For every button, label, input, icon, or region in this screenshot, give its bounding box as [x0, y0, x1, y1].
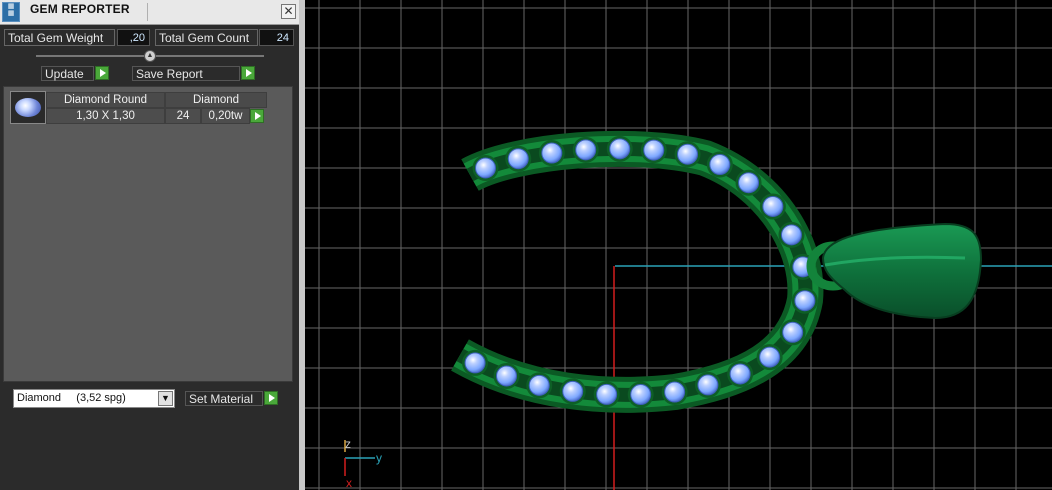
set-material-button[interactable]: Set Material	[185, 391, 263, 406]
diamond-stone	[664, 381, 686, 403]
gem-count-cell: 24	[165, 108, 201, 124]
diamond-stone	[528, 374, 550, 396]
round-diamond-icon	[15, 98, 41, 117]
gem-reporter-panel: ▦ ▦ GEM REPORTER ✕ Total Gem Weight ,20 T…	[0, 0, 299, 490]
diamond-stone	[738, 172, 760, 194]
diamond-stone	[782, 321, 804, 343]
diamond-stone	[677, 143, 699, 165]
gem-type-header: Diamond	[165, 92, 267, 108]
3d-viewport[interactable]: z y x	[305, 0, 1052, 490]
diamond-stone	[759, 346, 781, 368]
diamond-stone	[780, 224, 802, 246]
diamond-stone	[541, 142, 563, 164]
diamond-stone	[575, 139, 597, 161]
chevron-down-icon[interactable]: ▼	[158, 391, 173, 406]
diamond-stone	[475, 157, 497, 179]
title-separator	[147, 3, 148, 21]
total-gem-count-label: Total Gem Count	[155, 29, 258, 46]
save-report-arrow-icon[interactable]	[241, 66, 255, 80]
material-select-value: Diamond (3,52 spg)	[17, 392, 126, 404]
gem-shape-header: Diamond Round	[46, 92, 165, 108]
diamond-stone	[596, 383, 618, 405]
gem-size-cell: 1,30 X 1,30	[46, 108, 165, 124]
gem-weight-cell: 0,20tw	[201, 108, 250, 124]
axis-gizmo: z y x	[344, 437, 382, 490]
window-title: GEM REPORTER	[30, 2, 130, 16]
update-arrow-icon[interactable]	[95, 66, 109, 80]
diamond-stone	[729, 363, 751, 385]
title-bar: ▦ ▦ GEM REPORTER ✕	[0, 0, 299, 25]
close-button[interactable]: ✕	[281, 4, 296, 19]
gem-thumbnail	[10, 91, 46, 124]
material-select[interactable]: Diamond (3,52 spg) ▼	[13, 389, 175, 408]
total-gem-count-value: 24	[259, 29, 294, 46]
diamond-stone	[496, 365, 518, 387]
diamond-stone	[643, 139, 665, 161]
diamond-stone	[562, 380, 584, 402]
gem-row-arrow-icon[interactable]	[250, 109, 264, 123]
diamond-stone	[762, 195, 784, 217]
set-material-arrow-icon[interactable]	[264, 391, 278, 405]
diamond-stone	[697, 374, 719, 396]
gem-list	[3, 86, 293, 382]
diamond-stone	[464, 352, 486, 374]
panel-splitter-handle[interactable]: ▲	[144, 50, 156, 62]
axis-x-label: x	[346, 476, 352, 490]
diamond-stone	[794, 290, 816, 312]
update-button[interactable]: Update	[41, 66, 94, 81]
gem-reporter-app-icon: ▦ ▦	[2, 2, 20, 22]
save-report-button[interactable]: Save Report	[132, 66, 240, 81]
diamond-stone	[507, 148, 529, 170]
diamond-stone	[709, 154, 731, 176]
viewport-canvas: z y x	[305, 0, 1052, 490]
axis-z-label: z	[345, 437, 351, 451]
diamond-stone	[609, 138, 631, 160]
total-gem-weight-label: Total Gem Weight	[4, 29, 115, 46]
axis-y-label: y	[376, 451, 382, 465]
diamond-stone	[630, 384, 652, 406]
pendant-bail	[821, 222, 983, 320]
total-gem-weight-value: ,20	[117, 29, 150, 46]
